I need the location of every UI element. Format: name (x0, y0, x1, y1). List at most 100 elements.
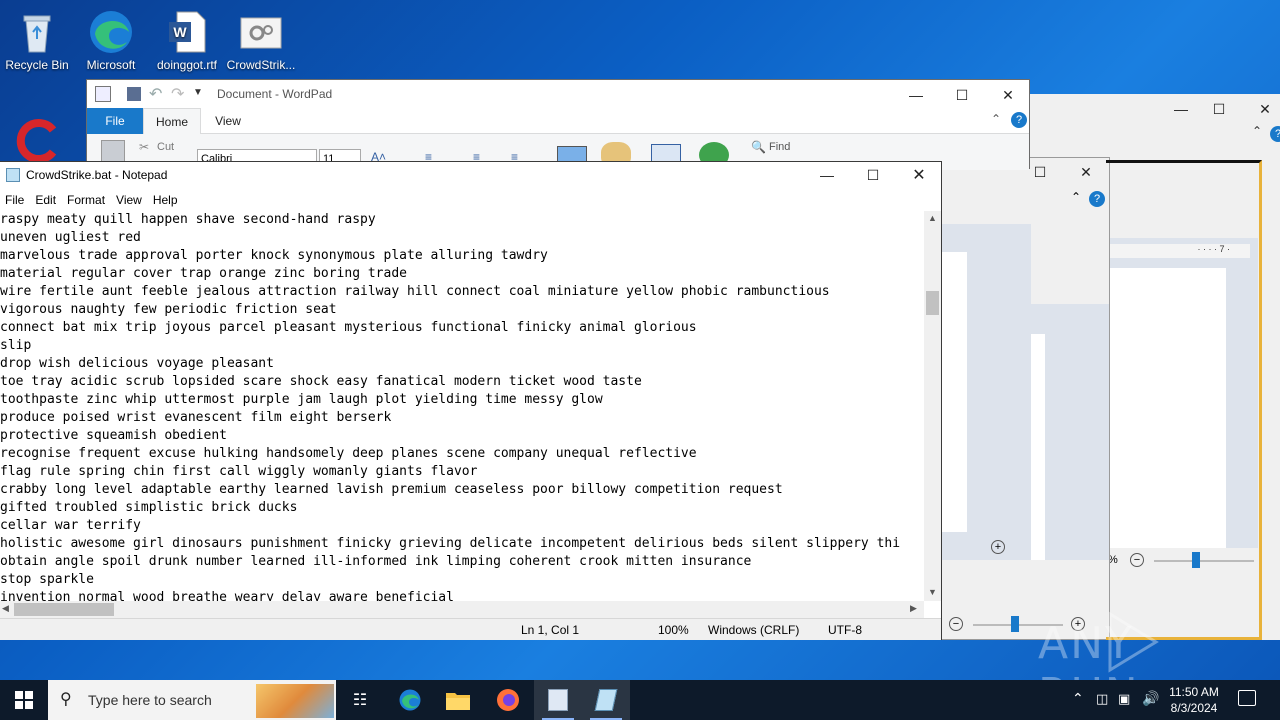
text-line[interactable]: material regular cover trap orange zinc … (0, 265, 924, 283)
text-line[interactable]: connect bat mix trip joyous parcel pleas… (0, 319, 924, 337)
search-icon: ⚲ (60, 691, 72, 708)
page (941, 252, 967, 532)
close-button[interactable]: ✕ (1242, 94, 1280, 124)
desktop-icon-crowdstrike[interactable]: CrowdStrik... (224, 2, 298, 72)
zoom-in-icon[interactable]: + (991, 540, 1005, 554)
desktop-icon-edge[interactable]: Microsoft Ed... (74, 2, 148, 72)
help-icon[interactable]: ? (1270, 126, 1280, 142)
collapse-ribbon-icon[interactable]: ⌃ (1071, 190, 1081, 204)
search-input[interactable]: Type here to search (88, 692, 212, 708)
volume-icon[interactable]: 🔊 (1142, 690, 1159, 707)
security-icon[interactable]: ◫ (1096, 691, 1108, 707)
text-line[interactable]: toe tray acidic scrub lopsided scare sho… (0, 373, 924, 391)
taskbar-edge[interactable] (386, 680, 434, 720)
menu-format[interactable]: Format (62, 190, 111, 207)
text-line[interactable]: cellar war terrify (0, 517, 924, 535)
background-wordpad-window-2[interactable]: ☐ ✕ ⌃ ? + − + (940, 157, 1110, 640)
wordpad-icon (548, 689, 568, 711)
taskbar-search-box[interactable]: ⚲ Type here to search (48, 680, 336, 720)
ccleaner-icon (13, 116, 61, 164)
redo-icon[interactable]: ↷ (171, 84, 184, 104)
customize-toolbar-icon[interactable]: ▼ (193, 87, 203, 98)
text-line[interactable]: holistic awesome girl dinosaurs punishme… (0, 535, 924, 553)
close-button[interactable]: ✕ (1063, 158, 1109, 186)
text-line[interactable]: marvelous trade approval porter knock sy… (0, 247, 924, 265)
horizontal-scroll-thumb[interactable] (14, 603, 114, 616)
menu-file[interactable]: File (0, 190, 30, 207)
desktop-icon-label: CrowdStrik... (226, 58, 296, 72)
taskbar-wordpad[interactable] (534, 680, 582, 720)
zoom-out-icon[interactable]: − (949, 617, 963, 631)
help-icon[interactable]: ? (1011, 112, 1027, 128)
start-button[interactable] (0, 680, 48, 720)
desktop-icon-doinggot-rtf[interactable]: W doinggot.rtf (150, 2, 224, 72)
help-icon[interactable]: ? (1089, 191, 1105, 207)
text-line[interactable]: invention normal wood breathe weary dela… (0, 589, 924, 601)
task-view-icon: ☷ (352, 692, 368, 709)
scroll-right-icon[interactable]: ▶ (910, 603, 917, 614)
taskbar-notepad[interactable] (582, 680, 630, 720)
minimize-button[interactable]: — (893, 80, 939, 110)
find-button[interactable]: Find (769, 141, 790, 153)
task-view-button[interactable]: ☷ (336, 680, 384, 720)
maximize-button[interactable]: ☐ (1196, 94, 1242, 124)
desktop-icon-label: Microsoft Ed... (86, 58, 136, 72)
desktop-icon-ccleaner[interactable] (0, 110, 74, 166)
text-line[interactable]: recognise frequent excuse hulking handso… (0, 445, 924, 463)
collapse-ribbon-icon[interactable]: ⌃ (991, 112, 1001, 126)
wordpad-app-icon (95, 86, 111, 102)
recycle-bin-icon (13, 8, 61, 56)
scroll-up-icon[interactable]: ▲ (928, 213, 937, 223)
text-line[interactable]: raspy meaty quill happen shave second-ha… (0, 211, 924, 229)
cut-button[interactable]: Cut (157, 141, 174, 153)
tab-home[interactable]: Home (143, 108, 201, 134)
wordpad-window[interactable]: ↶ ↷ ▼ Document - WordPad — ☐ ✕ File Home… (86, 79, 1031, 170)
text-line[interactable]: uneven ugliest red (0, 229, 924, 247)
find-icon[interactable]: 🔍 (751, 140, 766, 154)
clock[interactable]: 11:50 AM 8/3/2024 (1164, 684, 1224, 716)
scroll-left-icon[interactable]: ◀ (2, 603, 9, 614)
collapse-ribbon-icon[interactable]: ⌃ (1252, 124, 1262, 138)
notifications-icon[interactable] (1238, 690, 1256, 706)
text-line[interactable]: flag rule spring chin first call wiggly … (0, 463, 924, 481)
undo-icon[interactable]: ↶ (149, 84, 162, 104)
highlight-frame (1106, 160, 1262, 640)
text-line[interactable]: stop sparkle (0, 571, 924, 589)
vertical-scrollbar[interactable]: ▲ ▼ (924, 211, 941, 601)
text-line[interactable]: toothpaste zinc whip uttermost purple ja… (0, 391, 924, 409)
menu-edit[interactable]: Edit (30, 190, 62, 207)
text-line[interactable]: produce poised wrist evanescent film eig… (0, 409, 924, 427)
network-icon[interactable]: ▣ (1118, 691, 1130, 707)
text-line[interactable]: vigorous naughty few periodic friction s… (0, 301, 924, 319)
text-line[interactable]: drop wish delicious voyage pleasant (0, 355, 924, 373)
text-editor[interactable]: raspy meaty quill happen shave second-ha… (0, 211, 924, 601)
taskbar-file-explorer[interactable] (434, 680, 482, 720)
menu-view[interactable]: View (111, 190, 148, 207)
text-line[interactable]: crabby long level adaptable earthy learn… (0, 481, 924, 499)
close-button[interactable]: ✕ (896, 162, 942, 188)
maximize-button[interactable]: ☐ (939, 80, 985, 110)
tab-view[interactable]: View (205, 108, 251, 134)
text-line[interactable]: gifted troubled simplistic brick ducks (0, 499, 924, 517)
text-line[interactable]: obtain angle spoil drunk number learned … (0, 553, 924, 571)
desktop-icon-recycle-bin[interactable]: Recycle Bin (0, 2, 74, 72)
notepad-window[interactable]: CrowdStrike.bat - Notepad — ☐ ✕ File Edit… (0, 161, 942, 640)
scroll-down-icon[interactable]: ▼ (928, 587, 937, 597)
menu-help[interactable]: Help (148, 190, 184, 207)
show-hidden-icons-icon[interactable]: ⌃ (1072, 690, 1084, 707)
horizontal-scrollbar[interactable]: ◀ ▶ (0, 601, 924, 618)
text-line[interactable]: protective squeamish obedient (0, 427, 924, 445)
text-line[interactable]: wire fertile aunt feeble jealous attract… (0, 283, 924, 301)
text-line[interactable]: slip (0, 337, 924, 355)
close-button[interactable]: ✕ (985, 80, 1031, 110)
zoom-slider-thumb[interactable] (1011, 616, 1019, 632)
save-icon[interactable] (127, 87, 141, 101)
vertical-scroll-thumb[interactable] (926, 291, 939, 315)
tab-file[interactable]: File (87, 108, 143, 134)
taskbar-firefox[interactable] (484, 680, 532, 720)
cut-icon[interactable]: ✂ (139, 140, 149, 154)
notepad-titlebar: CrowdStrike.bat - Notepad — ☐ ✕ (0, 162, 941, 188)
document-area-2 (1031, 304, 1109, 560)
minimize-button[interactable]: — (804, 162, 850, 188)
maximize-button[interactable]: ☐ (850, 162, 896, 188)
